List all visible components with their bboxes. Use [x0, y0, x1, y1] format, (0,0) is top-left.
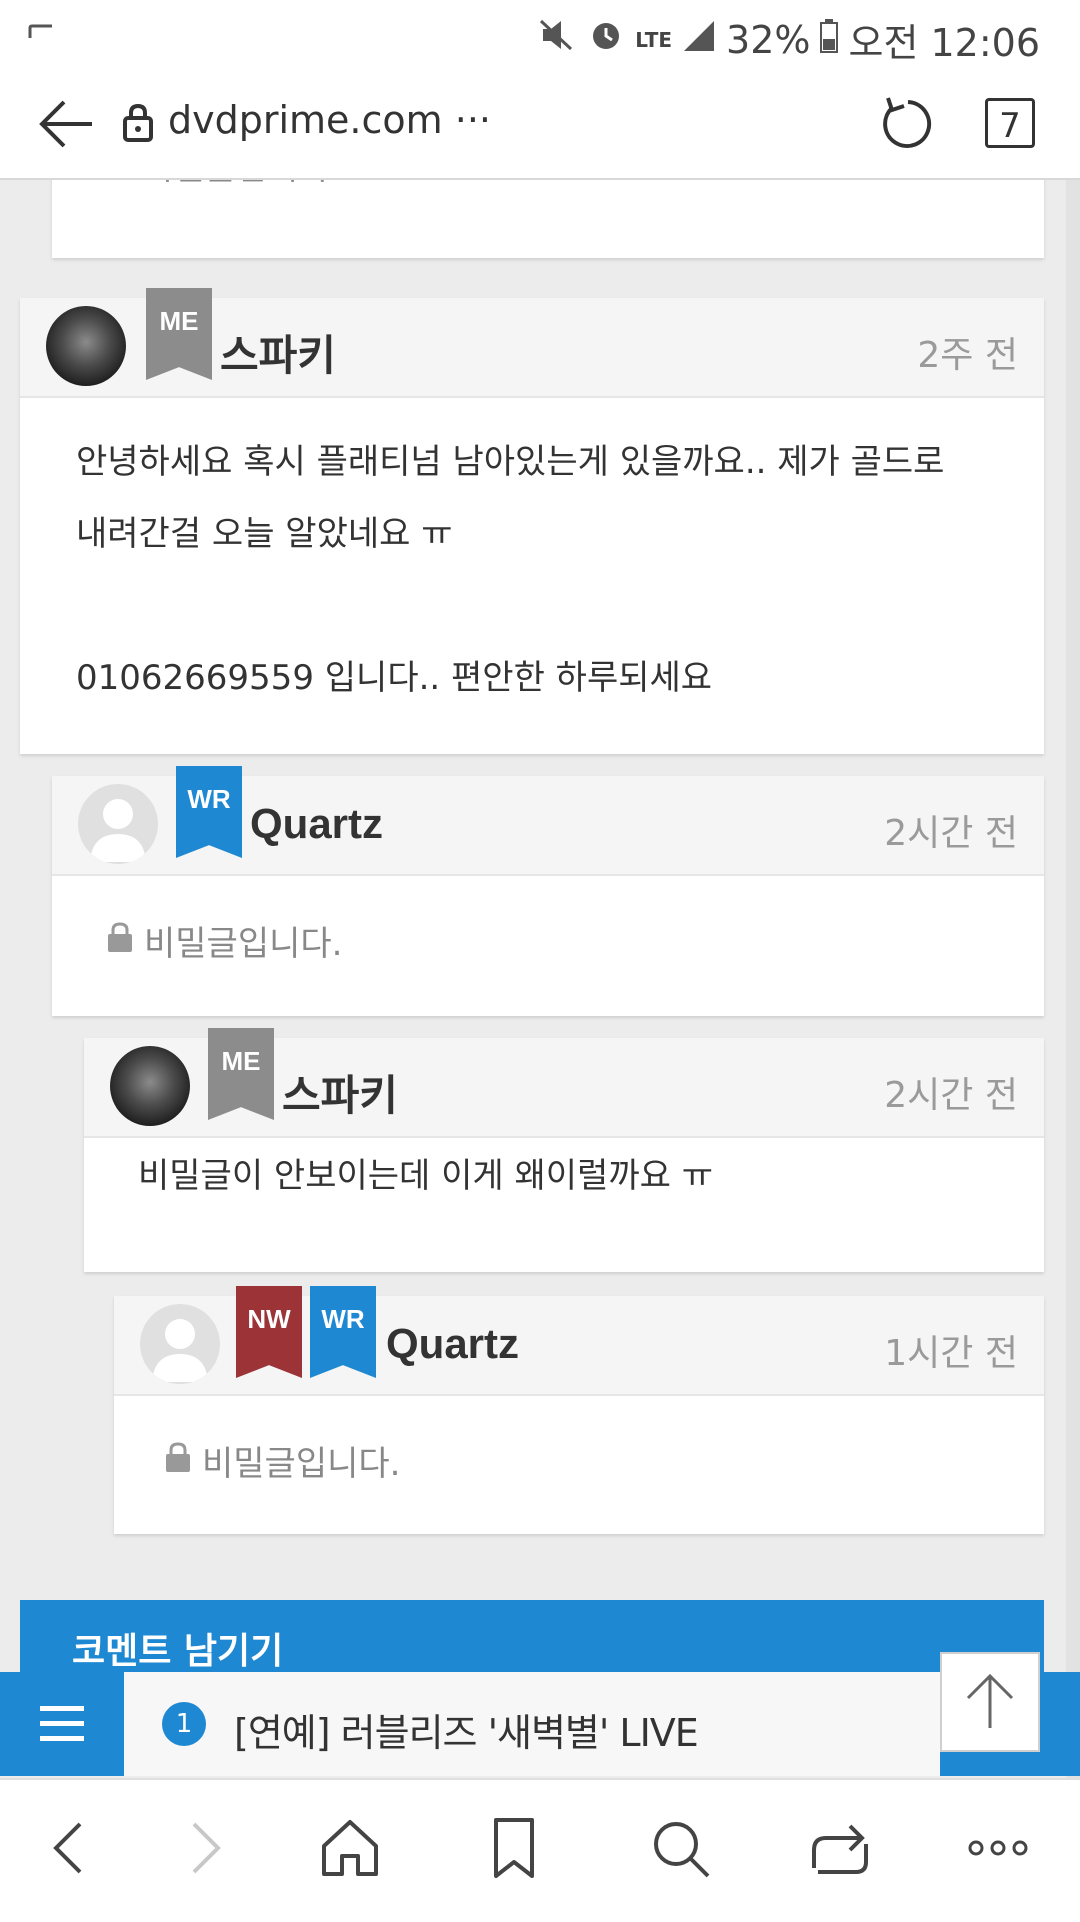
avatar[interactable] [140, 1304, 220, 1384]
browser-toolbar: dvdprime.com ··· 7 [0, 70, 1080, 180]
comment-body: 비밀글이 안보이는데 이게 왜이럴까요 ㅠ [138, 1156, 713, 1196]
notification-icon [28, 24, 56, 44]
arrow-up-icon [966, 1673, 1014, 1728]
me-badge: ME [146, 288, 212, 380]
lock-icon [164, 1441, 192, 1481]
comment-header: NW WR Quartz 1시간 전 [114, 1286, 1044, 1396]
mute-icon [537, 15, 577, 64]
status-bar: LTE 32% 오전 12:06 [0, 0, 1080, 70]
ticker-headline[interactable]: [연예] 러블리즈 '새벽별' LIVE [234, 1702, 699, 1757]
comment-line: 안녕하세요 혹시 플래티넘 남아있는게 있을까요.. 제가 골드로 [76, 442, 945, 482]
comment-card: ME 스파키 2시간 전 비밀글이 안보이는데 이게 왜이럴까요 ㅠ [84, 1028, 1044, 1272]
secret-notice: 비밀글입니다. [104, 180, 341, 189]
network-type: LTE [635, 27, 673, 52]
forward-icon[interactable] [164, 1808, 244, 1888]
avatar[interactable] [78, 784, 158, 864]
comment-header: ME 스파키 2주 전 [20, 288, 1044, 398]
comment-card: 비밀글입니다. [52, 180, 1044, 258]
scroll-to-top-button[interactable] [940, 1652, 1040, 1752]
comment-line: 01062669559 입니다.. 편안한 하루되세요 [76, 658, 713, 698]
lock-icon [106, 921, 134, 961]
share-icon[interactable] [800, 1808, 880, 1888]
lock-icon [122, 102, 154, 146]
comment-header: WR Quartz 2시간 전 [52, 766, 1044, 876]
alarm-icon [587, 16, 625, 63]
comment-card: NW WR Quartz 1시간 전 비밀글입니다. [114, 1286, 1044, 1534]
comment-thread: 비밀글입니다. ME 스파키 2주 전 안녕하세요 혹시 플래티넘 남아있는게 … [0, 180, 1080, 1790]
comment-header: ME 스파키 2시간 전 [84, 1028, 1044, 1138]
back-arrow-icon[interactable] [36, 96, 96, 156]
secret-text: 비밀글입니다. [142, 180, 341, 189]
comment-time: 2시간 전 [884, 1075, 1018, 1116]
leave-comment-label[interactable]: 코멘트 남기기 [72, 1622, 283, 1674]
comment-card: ME 스파키 2주 전 안녕하세요 혹시 플래티넘 남아있는게 있을까요.. 제… [20, 288, 1044, 754]
url-field[interactable]: dvdprime.com ··· [168, 98, 491, 142]
author-name[interactable]: 스파키 [282, 1062, 398, 1123]
clock: 오전 12:06 [848, 21, 1040, 65]
wr-badge: WR [310, 1286, 376, 1378]
secret-notice: 비밀글입니다. [164, 1436, 401, 1485]
battery-percent: 32% [726, 17, 811, 62]
bookmark-icon[interactable] [474, 1808, 554, 1888]
avatar[interactable] [46, 306, 126, 386]
comment-line: 내려간걸 오늘 알았네요 ㅠ [76, 514, 453, 554]
comment-time: 2시간 전 [884, 813, 1018, 854]
home-icon[interactable] [310, 1808, 390, 1888]
author-name[interactable]: 스파키 [220, 322, 336, 383]
more-icon[interactable] [958, 1808, 1038, 1888]
me-badge: ME [208, 1028, 274, 1120]
battery-icon [820, 18, 839, 62]
comment-card: WR Quartz 2시간 전 비밀글입니다. [52, 766, 1044, 1016]
lock-icon [104, 180, 132, 185]
reload-icon[interactable] [880, 94, 936, 158]
back-icon[interactable] [30, 1808, 110, 1888]
secret-text: 비밀글입니다. [202, 1444, 401, 1484]
nw-badge: NW [236, 1286, 302, 1378]
search-icon[interactable] [640, 1808, 720, 1888]
secret-notice: 비밀글입니다. [106, 916, 343, 965]
author-name[interactable]: Quartz [386, 1320, 519, 1368]
news-ticker[interactable]: 1 [연예] 러블리즈 '새벽별' LIVE [124, 1672, 940, 1776]
comment-time: 1시간 전 [884, 1333, 1018, 1374]
tab-count-button[interactable]: 7 [985, 98, 1035, 148]
ticker-rank: 1 [162, 1702, 206, 1746]
scrollbar[interactable] [1066, 180, 1080, 1790]
avatar[interactable] [110, 1046, 190, 1126]
wr-badge: WR [176, 766, 242, 858]
comment-body: 안녕하세요 혹시 플래티넘 남아있는게 있을까요.. 제가 골드로 내려간걸 오… [76, 426, 1036, 714]
browser-nav-bar [0, 1778, 1080, 1922]
author-name[interactable]: Quartz [250, 800, 383, 848]
secret-text: 비밀글입니다. [144, 924, 343, 964]
menu-icon[interactable] [40, 1704, 84, 1748]
comment-time: 2주 전 [917, 335, 1018, 376]
signal-icon [682, 18, 716, 62]
